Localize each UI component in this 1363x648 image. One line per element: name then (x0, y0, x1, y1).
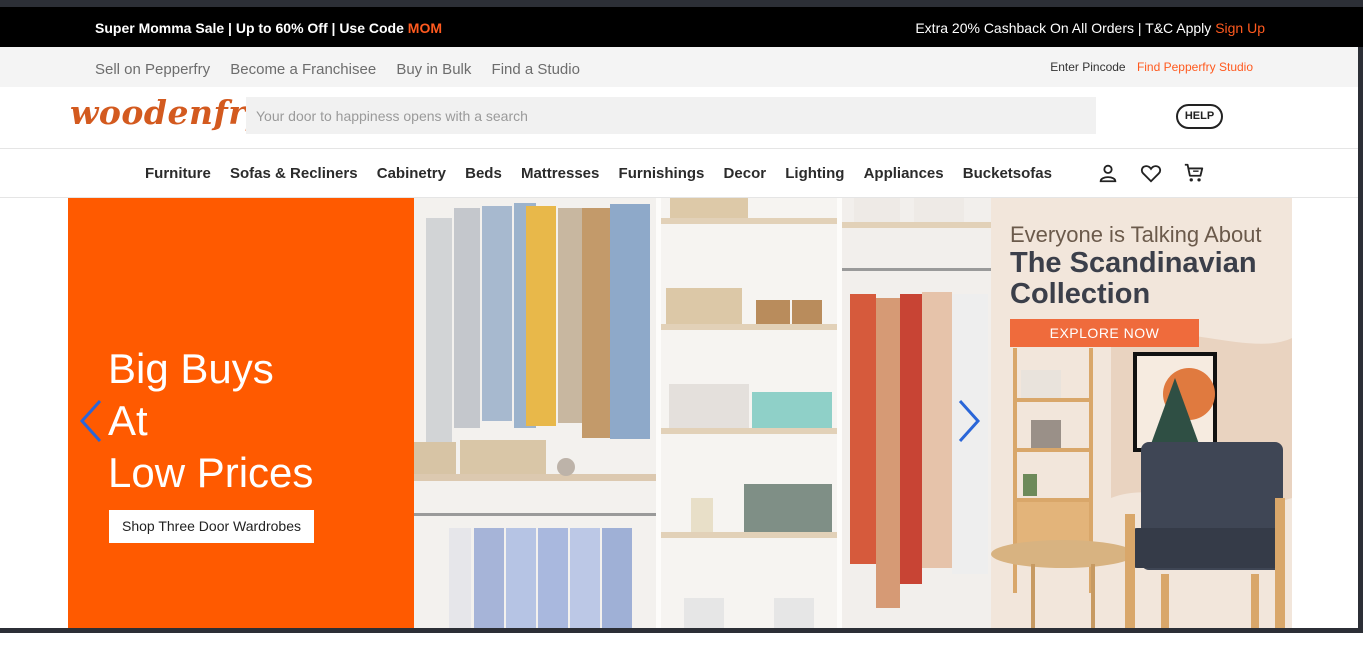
scandinavian-title-line: Collection (1010, 278, 1151, 310)
nav-item-appliances[interactable]: Appliances (864, 165, 944, 182)
nav-item-bucketsofas[interactable]: Bucketsofas (963, 165, 1052, 182)
window-bottom-strip (0, 628, 1363, 633)
promo-code: MOM (407, 20, 443, 36)
banner-promo-panel: Big Buys At Low Prices Shop Three Door W… (68, 198, 414, 628)
cashback-text: Extra 20% Cashback On All Orders | T&C A… (915, 20, 1265, 36)
window-right-edge (1358, 47, 1363, 628)
promo-sale-text: Super Momma Sale | Up to 60% Off | Use C… (95, 20, 442, 36)
scandinavian-title: The Scandinavian Collection (1010, 248, 1257, 310)
promo-sale-label: Super Momma Sale | Up to 60% Off | Use C… (95, 20, 408, 36)
wardrobe-illustration (414, 198, 991, 628)
nav-item-cabinetry[interactable]: Cabinetry (377, 165, 446, 182)
promo-bar: Super Momma Sale | Up to 60% Off | Use C… (0, 7, 1363, 47)
user-icon[interactable] (1097, 162, 1119, 184)
category-list: Furniture Sofas & Recliners Cabinetry Be… (145, 165, 1067, 182)
enter-pincode-link[interactable]: Enter Pincode (1050, 60, 1125, 74)
sign-up-link[interactable]: Sign Up (1215, 20, 1265, 36)
category-nav: Furniture Sofas & Recliners Cabinetry Be… (0, 149, 1363, 198)
headline-line: Low Prices (108, 449, 314, 496)
headline-line: Big Buys (108, 345, 274, 392)
utility-bar: Sell on Pepperfry Become a Franchisee Bu… (0, 47, 1363, 87)
scandinavian-subtitle: Everyone is Talking About (1010, 222, 1262, 247)
nav-item-furniture[interactable]: Furniture (145, 165, 211, 182)
next-slide-icon[interactable] (954, 398, 982, 444)
wardrobe-image (414, 198, 991, 628)
explore-now-button[interactable]: EXPLORE NOW (1010, 319, 1199, 347)
utility-links: Sell on Pepperfry Become a Franchisee Bu… (95, 61, 596, 78)
buy-in-bulk-link[interactable]: Buy in Bulk (396, 61, 471, 78)
become-franchisee-link[interactable]: Become a Franchisee (230, 61, 376, 78)
help-button[interactable]: HELP (1176, 104, 1223, 129)
headline-line: At (108, 397, 148, 444)
utility-right: Enter Pincode Find Pepperfry Studio (1050, 60, 1253, 74)
nav-item-sofas-recliners[interactable]: Sofas & Recliners (230, 165, 358, 182)
banner-headline: Big Buys At Low Prices (108, 343, 313, 499)
hero-banner[interactable]: Big Buys At Low Prices Shop Three Door W… (68, 198, 1292, 628)
search-input[interactable] (246, 97, 1096, 134)
find-pepperfry-studio-link[interactable]: Find Pepperfry Studio (1137, 60, 1253, 74)
shop-wardrobes-button[interactable]: Shop Three Door Wardrobes (109, 510, 314, 543)
scandinavian-title-line: The Scandinavian (1010, 247, 1257, 279)
previous-slide-icon[interactable] (78, 398, 106, 444)
nav-item-beds[interactable]: Beds (465, 165, 502, 182)
nav-item-lighting[interactable]: Lighting (785, 165, 844, 182)
nav-item-mattresses[interactable]: Mattresses (521, 165, 599, 182)
cart-icon[interactable] (1183, 162, 1205, 184)
nav-item-decor[interactable]: Decor (724, 165, 767, 182)
site-header: woodenfry HELP (0, 87, 1363, 149)
scandinavian-panel: Everyone is Talking About The Scandinavi… (991, 198, 1292, 628)
find-studio-link[interactable]: Find a Studio (492, 61, 580, 78)
sell-on-pepperfry-link[interactable]: Sell on Pepperfry (95, 61, 210, 78)
site-logo[interactable]: woodenfry (70, 93, 266, 132)
nav-item-furnishings[interactable]: Furnishings (619, 165, 705, 182)
window-top-strip (0, 0, 1363, 7)
cashback-label: Extra 20% Cashback On All Orders | T&C A… (915, 20, 1216, 36)
heart-icon[interactable] (1140, 162, 1162, 184)
